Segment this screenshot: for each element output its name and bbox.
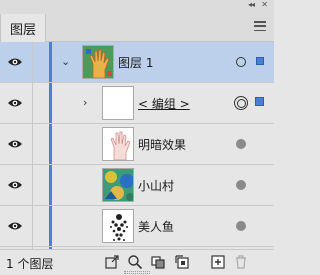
- target-circle-icon[interactable]: [236, 221, 246, 231]
- resize-grip[interactable]: [124, 271, 150, 274]
- panel-footer: 1 个图层: [0, 249, 274, 275]
- layer-row-group[interactable]: › < 编组 >: [0, 83, 274, 124]
- target-circle-icon[interactable]: [236, 139, 246, 149]
- item-thumbnail: [102, 127, 134, 161]
- collapse-panel-button[interactable]: ◂◂: [248, 0, 255, 9]
- layer-color-bar: [49, 124, 52, 164]
- eye-icon[interactable]: [7, 55, 23, 69]
- layer-name: 明暗效果: [138, 138, 187, 152]
- eye-icon[interactable]: [7, 137, 23, 151]
- column-divider: [32, 165, 33, 205]
- eye-icon[interactable]: [7, 96, 23, 110]
- column-divider: [32, 42, 33, 82]
- layer-name: 图层 1: [118, 56, 154, 70]
- tab-layers[interactable]: 图层: [0, 14, 46, 43]
- layer-color-bar: [49, 83, 52, 123]
- new-layer-icon[interactable]: [210, 254, 226, 270]
- chevron-down-icon[interactable]: ⌄: [61, 55, 70, 68]
- column-divider: [32, 83, 33, 123]
- layer-name: < 编组 >: [138, 97, 190, 111]
- layer-name: 美人鱼: [138, 220, 175, 234]
- target-circle-icon[interactable]: [236, 180, 246, 190]
- search-icon[interactable]: [127, 254, 143, 270]
- item-thumbnail: [102, 168, 134, 202]
- layer-row-layer1[interactable]: ⌄ 图层 1: [0, 42, 274, 83]
- layer-color-bar: [49, 206, 52, 246]
- selection-indicator[interactable]: [256, 57, 264, 65]
- layer-row-item[interactable]: 美人鱼: [0, 206, 274, 247]
- layer-color-bar: [49, 165, 52, 205]
- eye-icon[interactable]: [7, 219, 23, 233]
- chevron-right-icon[interactable]: ›: [83, 96, 87, 109]
- layer-thumbnail: [82, 45, 114, 79]
- selection-indicator[interactable]: [255, 97, 264, 106]
- layer-name: 小山村: [138, 179, 175, 193]
- layer-row-item[interactable]: 小山村: [0, 165, 274, 206]
- hamburger-menu-icon[interactable]: [254, 21, 266, 31]
- layer-color-bar: [49, 42, 52, 82]
- new-sublayer-icon[interactable]: [174, 254, 190, 270]
- target-circle-icon[interactable]: [236, 57, 246, 67]
- item-thumbnail: [102, 209, 134, 243]
- close-panel-button[interactable]: ✕: [261, 0, 268, 9]
- panel-top-bar: ◂◂ ✕: [0, 0, 274, 12]
- layer-row-item[interactable]: 明暗效果: [0, 124, 274, 165]
- layer-count: 1 个图层: [6, 257, 54, 271]
- eye-icon[interactable]: [7, 178, 23, 192]
- panel-tab-bar: 图层: [0, 12, 274, 43]
- clipping-mask-icon[interactable]: [150, 254, 166, 270]
- delete-icon[interactable]: [233, 254, 249, 270]
- group-thumbnail: [102, 86, 134, 120]
- column-divider: [32, 124, 33, 164]
- layers-list: ⌄ 图层 1 › < 编组 > 明暗效果 小山村 美人鱼: [0, 42, 274, 275]
- export-icon[interactable]: [104, 254, 120, 270]
- target-circle-icon[interactable]: [234, 96, 248, 110]
- column-divider: [32, 206, 33, 246]
